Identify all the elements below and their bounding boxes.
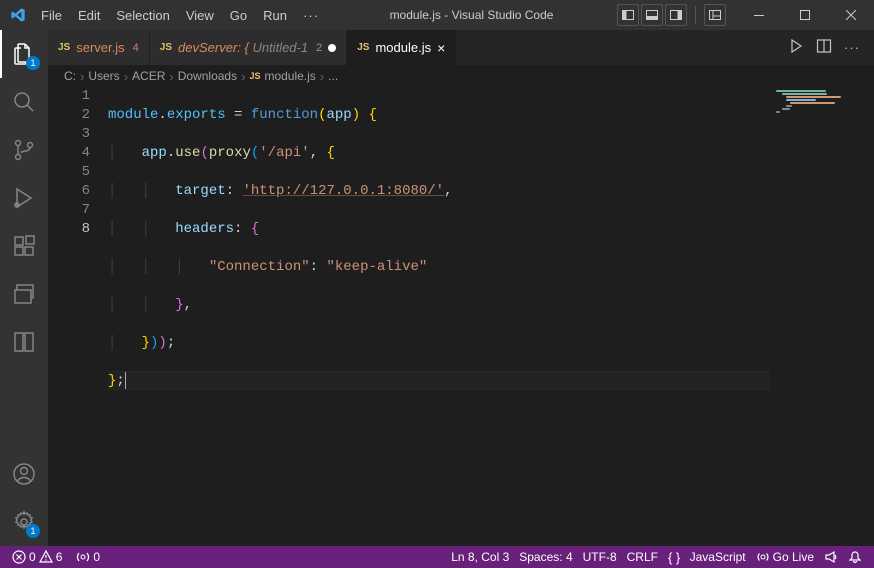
activity-bar: 1 1 <box>0 30 48 546</box>
activity-search[interactable] <box>0 78 48 126</box>
menu-edit[interactable]: Edit <box>71 4 107 27</box>
editor-tabs: JS server.js 4 JS devServer: { Untitled-… <box>48 30 874 65</box>
tab-error-count: 4 <box>133 42 139 54</box>
menu-selection[interactable]: Selection <box>109 4 176 27</box>
status-errors[interactable]: 0 6 <box>8 546 66 568</box>
activity-settings[interactable]: 1 <box>0 498 48 546</box>
activity-window[interactable] <box>0 270 48 318</box>
activity-extensions[interactable] <box>0 222 48 270</box>
warning-icon <box>39 550 53 564</box>
tab-label: server.js <box>76 40 124 55</box>
js-icon: JS <box>58 42 70 53</box>
error-icon <box>12 550 26 564</box>
breadcrumb-item[interactable]: Users <box>88 69 119 83</box>
breadcrumb-item[interactable]: ACER <box>132 69 165 83</box>
status-feedback[interactable] <box>820 546 842 568</box>
close-button[interactable] <box>828 0 874 30</box>
js-icon: JS <box>160 42 172 53</box>
activity-layout[interactable] <box>0 318 48 366</box>
radio-icon <box>76 550 90 564</box>
breadcrumb-item[interactable]: module.js <box>264 69 315 83</box>
explorer-badge: 1 <box>26 56 40 70</box>
more-actions-icon[interactable]: ··· <box>844 40 860 55</box>
menu-go[interactable]: Go <box>223 4 254 27</box>
toggle-panel[interactable] <box>641 4 663 26</box>
tab-error-count: 2 <box>316 42 322 54</box>
status-eol[interactable]: CRLF <box>623 546 662 568</box>
status-notifications[interactable] <box>844 546 866 568</box>
menu-bar: File Edit Selection View Go Run ··· <box>34 4 326 27</box>
maximize-button[interactable] <box>782 0 828 30</box>
settings-badge: 1 <box>26 524 40 538</box>
breadcrumb-item[interactable]: C: <box>64 69 76 83</box>
toggle-primary-sidebar[interactable] <box>617 4 639 26</box>
js-icon: JS <box>357 42 369 53</box>
activity-account[interactable] <box>0 450 48 498</box>
window-title: module.js - Visual Studio Code <box>326 8 617 22</box>
layout-controls <box>617 4 726 26</box>
editor-actions: ··· <box>788 30 874 65</box>
status-encoding[interactable]: UTF-8 <box>579 546 621 568</box>
breadcrumb-item[interactable]: Downloads <box>178 69 237 83</box>
js-icon: JS <box>249 71 260 81</box>
activity-explorer[interactable]: 1 <box>0 30 48 78</box>
vscode-icon <box>10 7 26 23</box>
activity-source-control[interactable] <box>0 126 48 174</box>
breadcrumbs[interactable]: C:› Users› ACER› Downloads› JS module.js… <box>48 65 874 87</box>
minimize-button[interactable] <box>736 0 782 30</box>
tab-close[interactable]: × <box>437 40 445 56</box>
code-content[interactable]: module.exports = function(app) { │ app.u… <box>108 87 874 546</box>
editor[interactable]: 12345678 module.exports = function(app) … <box>48 87 874 546</box>
bell-icon <box>848 550 862 564</box>
status-go-live[interactable]: Go Live <box>752 546 818 568</box>
menu-run[interactable]: Run <box>256 4 294 27</box>
status-ports[interactable]: 0 <box>72 546 104 568</box>
window-controls <box>736 0 874 30</box>
menu-overflow[interactable]: ··· <box>296 4 326 27</box>
tab-label: devServer: { Untitled-1 <box>178 40 308 55</box>
title-bar: File Edit Selection View Go Run ··· modu… <box>0 0 874 30</box>
run-icon[interactable] <box>788 38 804 57</box>
minimap[interactable] <box>770 87 860 546</box>
status-bar: 0 6 0 Ln 8, Col 3 Spaces: 4 UTF-8 CRLF {… <box>0 546 874 568</box>
customize-layout[interactable] <box>704 4 726 26</box>
activity-run-debug[interactable] <box>0 174 48 222</box>
menu-view[interactable]: View <box>179 4 221 27</box>
line-numbers: 12345678 <box>48 87 108 546</box>
dirty-indicator <box>328 44 336 52</box>
menu-file[interactable]: File <box>34 4 69 27</box>
status-indentation[interactable]: Spaces: 4 <box>515 546 576 568</box>
status-cursor-position[interactable]: Ln 8, Col 3 <box>447 546 513 568</box>
split-editor-icon[interactable] <box>816 38 832 57</box>
tab-label: module.js <box>375 40 431 55</box>
vertical-scrollbar[interactable] <box>860 87 874 546</box>
status-language[interactable]: { } JavaScript <box>664 546 750 568</box>
toggle-secondary-sidebar[interactable] <box>665 4 687 26</box>
breadcrumb-item[interactable]: ... <box>328 69 338 83</box>
tab-module-js[interactable]: JS module.js × <box>347 30 456 65</box>
tab-server-js[interactable]: JS server.js 4 <box>48 30 150 65</box>
megaphone-icon <box>824 550 838 564</box>
broadcast-icon <box>756 550 770 564</box>
tab-untitled-1[interactable]: JS devServer: { Untitled-1 2 <box>150 30 347 65</box>
